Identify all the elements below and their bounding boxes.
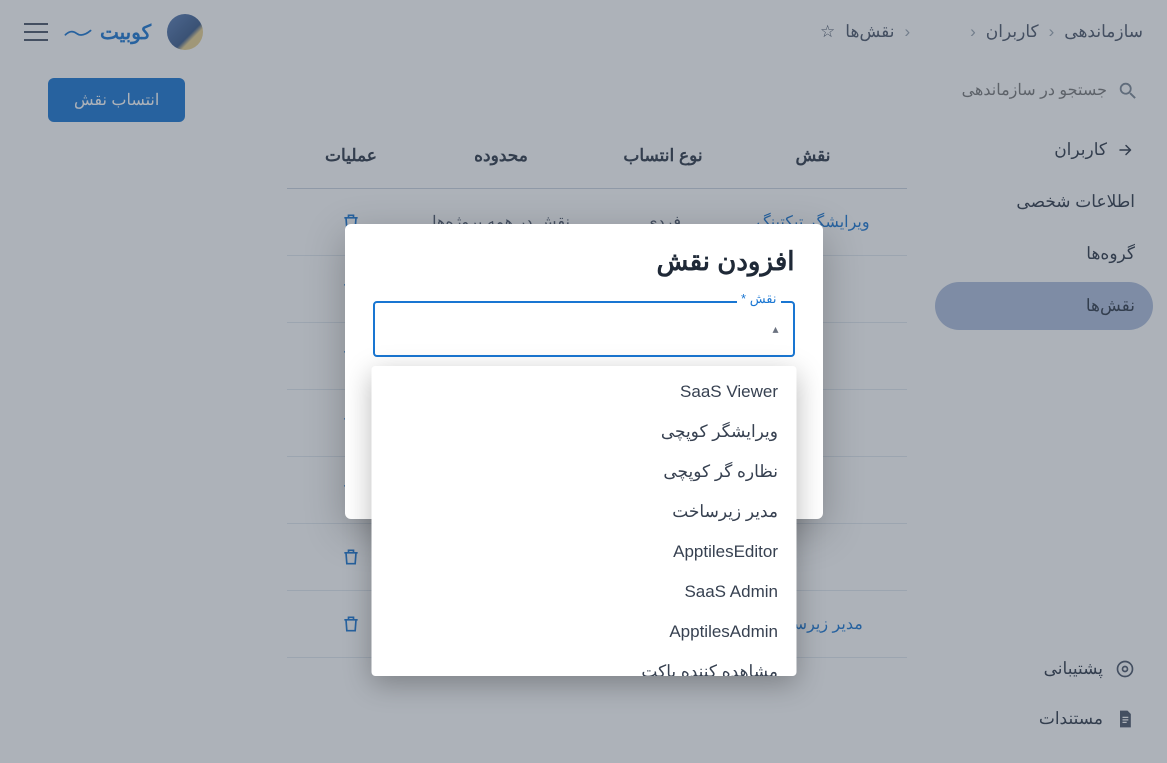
- field-label-text: نقش: [750, 291, 777, 306]
- field-label: نقش *: [737, 291, 780, 307]
- role-option[interactable]: مدیر زیرساخت: [371, 492, 796, 532]
- role-dropdown: SaaS Viewer ویرایشگر کوپچی نظاره گر کوپچ…: [371, 366, 796, 676]
- caret-up-icon: ▴: [772, 322, 778, 336]
- role-option[interactable]: SaaS Admin: [371, 572, 796, 612]
- role-option[interactable]: ویرایشگر کوپچی: [371, 412, 796, 452]
- role-option[interactable]: ApptilesAdmin: [371, 612, 796, 652]
- role-field: نقش * ▴: [373, 301, 795, 357]
- role-option[interactable]: ApptilesEditor: [371, 532, 796, 572]
- required-mark: *: [741, 291, 746, 306]
- modal-title: افزودن نقش: [373, 246, 795, 277]
- role-select[interactable]: ▴: [373, 301, 795, 357]
- role-option[interactable]: نظاره گر کوپچی: [371, 452, 796, 492]
- role-option[interactable]: مشاهده کننده باکت: [371, 652, 796, 676]
- role-option[interactable]: SaaS Viewer: [371, 372, 796, 412]
